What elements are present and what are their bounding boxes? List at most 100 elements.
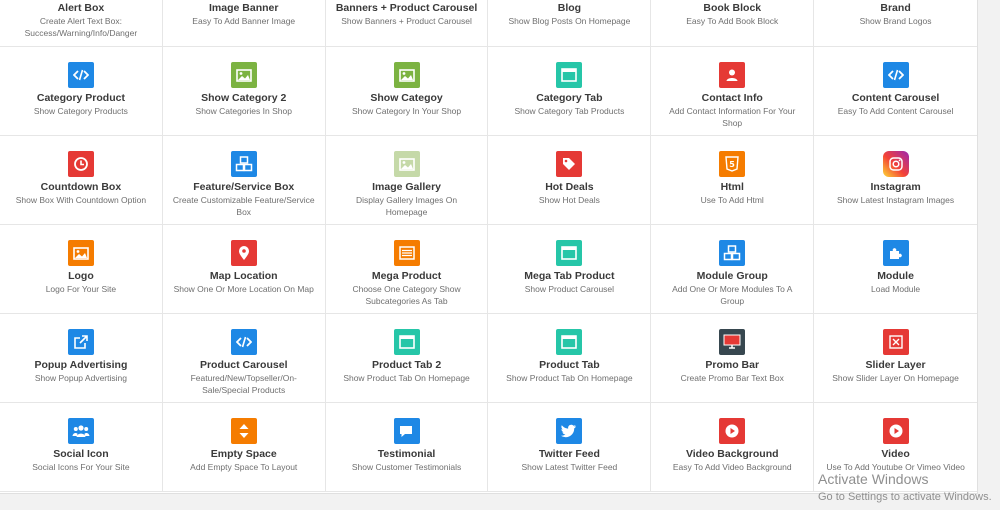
module-title: Feature/Service Box	[193, 181, 295, 193]
module-card-social-icon[interactable]: Social Icon Social Icons For Your Site	[0, 403, 163, 492]
module-title: Countdown Box	[40, 181, 122, 193]
module-card-hot-deals[interactable]: Hot Deals Show Hot Deals	[488, 136, 652, 225]
module-description: Social Icons For Your Site	[32, 462, 130, 472]
module-description: Easy To Add Video Background	[672, 462, 792, 472]
image-icon	[67, 240, 94, 266]
map-pin-icon	[230, 240, 257, 266]
module-card-content-carousel[interactable]: Content Carousel Easy To Add Content Caro…	[814, 47, 977, 136]
module-card-category-tab[interactable]: Category Tab Show Category Tab Products	[488, 47, 652, 136]
module-title: Promo Bar	[705, 359, 760, 371]
module-card-countdown-box[interactable]: Countdown Box Show Box With Countdown Opt…	[0, 136, 163, 225]
module-description: Show Blog Posts On Homepage	[508, 16, 631, 26]
module-title: Empty Space	[210, 448, 277, 460]
module-description: Show Popup Advertising	[34, 373, 127, 383]
module-description: Easy To Add Banner Image	[192, 16, 296, 26]
module-description: Add One Or More Modules To A Group	[672, 284, 793, 306]
module-card-brand[interactable]: Brand Show Brand Logos	[814, 0, 977, 47]
list-icon	[393, 240, 420, 266]
module-description: Easy To Add Content Carousel	[837, 106, 954, 116]
comments-icon	[393, 418, 420, 444]
module-card-module[interactable]: Module Load Module	[814, 225, 977, 314]
instagram-icon	[882, 151, 909, 177]
code-icon	[67, 62, 94, 88]
play-icon	[719, 418, 746, 444]
window-icon	[556, 329, 583, 355]
module-card-html[interactable]: 5 Html Use To Add Html	[651, 136, 815, 225]
module-card-map-location[interactable]: Map Location Show One Or More Location On…	[162, 225, 326, 314]
module-title: Book Block	[703, 2, 762, 14]
module-description: Show Latest Instagram Images	[836, 195, 955, 205]
module-description: Load Module	[870, 284, 921, 294]
module-description: Show Latest Twitter Feed	[521, 462, 618, 472]
module-title: Product Carousel	[199, 359, 288, 371]
module-title: Category Product	[36, 92, 125, 104]
module-card-slider-layer[interactable]: Slider Layer Show Slider Layer On Homepag…	[814, 314, 977, 403]
module-title: Image Banner	[209, 2, 279, 14]
module-card-image-banner[interactable]: Image Banner Easy To Add Banner Image	[162, 0, 326, 47]
module-title: Video Background	[685, 448, 779, 460]
module-card-product-tab[interactable]: Product Tab Show Product Tab On Homepage	[488, 314, 652, 403]
module-card-book-block[interactable]: Book Block Easy To Add Book Block	[651, 0, 815, 47]
arrows-vertical-icon	[230, 418, 257, 444]
module-title: Product Tab 2	[371, 359, 442, 371]
module-title: Popup Advertising	[34, 359, 128, 371]
module-card-product-carousel[interactable]: Product Carousel Featured/New/Topseller/O…	[162, 314, 326, 403]
svg-text:5: 5	[729, 160, 735, 169]
play-icon	[882, 418, 909, 444]
module-card-category-product[interactable]: Category Product Show Category Products	[0, 47, 163, 136]
module-card-alert-box[interactable]: Alert Box Create Alert Text Box: Success/…	[0, 0, 163, 47]
module-card-image-gallery[interactable]: Image Gallery Display Gallery Images On H…	[325, 136, 489, 225]
cubes-icon	[230, 151, 257, 177]
users-icon	[67, 418, 94, 444]
module-description: Show One Or More Location On Map	[173, 284, 314, 294]
module-description: Logo For Your Site	[45, 284, 117, 294]
monitor-icon	[719, 329, 746, 355]
puzzle-icon	[882, 240, 909, 266]
module-title: Logo	[68, 270, 94, 282]
module-description: Choose One Category Show Subcategories A…	[352, 284, 461, 306]
cubes-icon	[719, 240, 746, 266]
module-title: Blog	[557, 2, 582, 14]
window-icon	[393, 329, 420, 355]
module-description: Add Empty Space To Layout	[190, 462, 298, 472]
module-description: Show Category Products	[33, 106, 128, 116]
module-description: Show Category In Your Shop	[351, 106, 462, 116]
module-card-popup-advertising[interactable]: Popup Advertising Show Popup Advertising	[0, 314, 163, 403]
module-description: Create Promo Bar Text Box	[680, 373, 784, 383]
module-card-video[interactable]: Video Use To Add Youtube Or Vimeo Video	[814, 403, 977, 492]
module-card-show-category-2[interactable]: Show Category 2 Show Categories In Shop	[162, 47, 326, 136]
module-card-mega-tab-product[interactable]: Mega Tab Product Show Product Carousel	[488, 225, 652, 314]
window-icon	[556, 240, 583, 266]
module-card-blog[interactable]: Blog Show Blog Posts On Homepage	[488, 0, 652, 47]
module-card-promo-bar[interactable]: Promo Bar Create Promo Bar Text Box	[651, 314, 815, 403]
module-card-contact-info[interactable]: Contact Info Add Contact Information For …	[651, 47, 815, 136]
module-card-show-categoy[interactable]: Show Categoy Show Category In Your Shop	[325, 47, 489, 136]
external-link-icon	[67, 329, 94, 355]
module-title: Testimonial	[377, 448, 436, 460]
module-description: Show Category Tab Products	[514, 106, 625, 116]
code-icon	[882, 62, 909, 88]
module-card-mega-product[interactable]: Mega Product Choose One Category Show Sub…	[325, 225, 489, 314]
module-title: Contact Info	[701, 92, 763, 104]
module-description: Use To Add Html	[700, 195, 764, 205]
module-card-product-tab-2[interactable]: Product Tab 2 Show Product Tab On Homepag…	[325, 314, 489, 403]
module-card-instagram[interactable]: Instagram Show Latest Instagram Images	[814, 136, 977, 225]
module-card-twitter-feed[interactable]: Twitter Feed Show Latest Twitter Feed	[488, 403, 652, 492]
module-title: Html	[720, 181, 744, 193]
contact-icon	[719, 62, 746, 88]
module-card-module-group[interactable]: Module Group Add One Or More Modules To A…	[651, 225, 815, 314]
module-description: Show Box With Countdown Option	[15, 195, 147, 205]
module-card-testimonial[interactable]: Testimonial Show Customer Testimonials	[325, 403, 489, 492]
module-card-logo[interactable]: Logo Logo For Your Site	[0, 225, 163, 314]
code-icon	[230, 329, 257, 355]
module-card-feature-service-box[interactable]: Feature/Service Box Create Customizable F…	[162, 136, 326, 225]
module-title: Image Gallery	[372, 181, 441, 193]
module-card-empty-space[interactable]: Empty Space Add Empty Space To Layout	[162, 403, 326, 492]
module-card-video-background[interactable]: Video Background Easy To Add Video Backgr…	[651, 403, 815, 492]
module-description: Create Alert Text Box: Success/Warning/I…	[24, 16, 138, 38]
module-title: Module	[877, 270, 914, 282]
module-description: Show Categories In Shop	[195, 106, 292, 116]
module-card-banners-product-carousel[interactable]: Banners + Product Carousel Show Banners +…	[325, 0, 489, 47]
module-title: Alert Box	[57, 2, 105, 14]
module-description: Show Product Tab On Homepage	[506, 373, 633, 383]
